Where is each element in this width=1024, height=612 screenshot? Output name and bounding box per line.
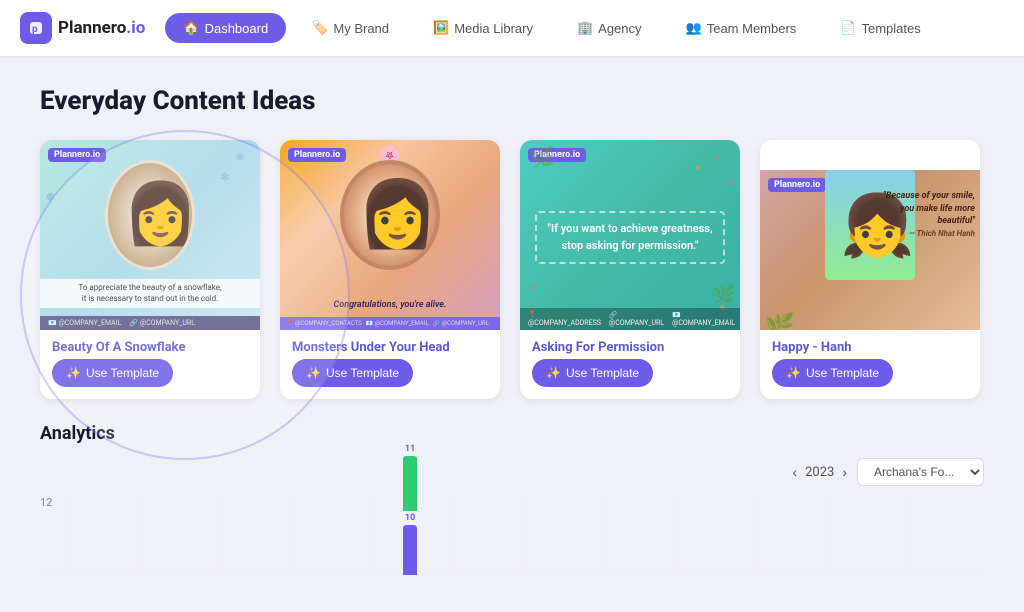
bar-blue xyxy=(403,525,417,575)
card-2-logo: Plannero.io xyxy=(288,148,346,162)
media-icon: 🖼️ xyxy=(433,20,449,36)
dashboard-icon: 🏠 xyxy=(183,20,199,36)
bar-green xyxy=(403,456,417,511)
chart-col-sep xyxy=(678,495,755,575)
use-template-btn-1[interactable]: ✨ Use Template xyxy=(52,359,173,387)
svg-text:p: p xyxy=(32,24,38,35)
chart-col-aug xyxy=(601,495,678,575)
use-template-btn-2[interactable]: ✨ Use Template xyxy=(292,359,413,387)
card-3-image: Plannero.io 🌿 🌿 "If you want to achieve … xyxy=(520,140,740,330)
logo-icon: p xyxy=(20,12,52,44)
snowflake-2: ❄ xyxy=(235,150,245,164)
card-1-image: ❄ ❄ ❄ ❅ Plannero.io To appreciate the be… xyxy=(40,140,260,330)
nav-dashboard[interactable]: 🏠 Dashboard xyxy=(165,13,286,43)
card-3-bg: Plannero.io 🌿 🌿 "If you want to achieve … xyxy=(520,140,740,330)
templates-icon: 📄 xyxy=(840,20,856,36)
card-1-url: 🔗 @COMPANY_URL xyxy=(129,319,195,327)
bar-value-blue: 10 xyxy=(405,513,415,523)
card-2-contacts: 📍 @COMPANY_CONTACTS xyxy=(286,320,362,327)
wand-icon-1: ✨ xyxy=(66,366,81,380)
card-2-email: 📧 @COMPANY_EMAIL xyxy=(366,320,429,327)
nav-templates[interactable]: 📄 Templates xyxy=(822,13,938,43)
leaf-left: 🌿 xyxy=(530,145,555,169)
card-1-person xyxy=(105,160,195,270)
card-3-quote: "If you want to achieve greatness, stop … xyxy=(535,211,725,264)
analytics-title: Analytics xyxy=(40,423,984,444)
card-1-bg: ❄ ❄ ❄ ❅ Plannero.io To appreciate the be… xyxy=(40,140,260,330)
card-2-bg: Plannero.io 🌸 Congratulations, you're al… xyxy=(280,140,500,330)
nav-agency[interactable]: 🏢 Agency xyxy=(559,13,660,43)
chart-col-may: 1110 xyxy=(371,495,448,575)
section-title: Everyday Content Ideas xyxy=(40,86,984,116)
chart-col-apr xyxy=(295,495,372,575)
team-icon: 👥 xyxy=(686,20,702,36)
card-monsters: Plannero.io 🌸 Congratulations, you're al… xyxy=(280,140,500,399)
card-happy: Plannero.io 🌿 "Because of your smile, yo… xyxy=(760,140,980,399)
card-permission: Plannero.io 🌿 🌿 "If you want to achieve … xyxy=(520,140,740,399)
nav-team-members[interactable]: 👥 Team Members xyxy=(668,13,815,43)
wand-icon-2: ✨ xyxy=(306,366,321,380)
card-3-email: 📧 @COMPANY_EMAIL xyxy=(672,311,735,327)
card-3-title: Asking For Permission xyxy=(520,330,740,359)
header: p Plannero.io 🏠 Dashboard 🏷️ My Brand 🖼️… xyxy=(0,0,1024,56)
card-3-address: 📍 @COMPANY_ADDRESS xyxy=(528,311,601,327)
wand-icon-4: ✨ xyxy=(786,366,801,380)
leaf-right: 🌿 xyxy=(713,284,735,305)
snowflake-4: ❅ xyxy=(45,190,55,204)
card-4-logo: Plannero.io xyxy=(768,178,826,192)
next-year-button[interactable]: › xyxy=(842,464,847,480)
main-content: Everyday Content Ideas ❄ ❄ ❄ ❅ Plannero.… xyxy=(0,56,1024,596)
logo-text: Plannero.io xyxy=(58,18,145,38)
card-2-person xyxy=(340,160,440,270)
wand-icon-3: ✨ xyxy=(546,366,561,380)
card-4-leaf: 🌿 xyxy=(765,312,795,330)
analytics-header: ‹ 2023 › Archana's Fo... xyxy=(40,458,984,486)
snowflake-3: ❄ xyxy=(220,170,230,184)
year-nav: ‹ 2023 › xyxy=(792,464,847,480)
card-4-quote: "Because of your smile, you make life mo… xyxy=(880,190,975,240)
chart-col-jul xyxy=(524,495,601,575)
cards-row: ❄ ❄ ❄ ❅ Plannero.io To appreciate the be… xyxy=(40,140,984,399)
year-label: 2023 xyxy=(805,465,834,480)
nav-my-brand[interactable]: 🏷️ My Brand xyxy=(294,13,407,43)
brand-icon: 🏷️ xyxy=(312,20,328,36)
card-2-title: Monsters Under Your Head xyxy=(280,330,500,359)
bar-value-green: 11 xyxy=(405,444,415,454)
bar-container-may: 11 10 xyxy=(403,444,417,575)
card-1-quote: To appreciate the beauty of a snowflake,… xyxy=(40,279,260,308)
chart-col-jun xyxy=(448,495,525,575)
chart-col-nov xyxy=(831,495,908,575)
chart-y-max: 12 xyxy=(40,496,52,509)
nav-media-library[interactable]: 🖼️ Media Library xyxy=(415,13,551,43)
card-1-logo: Plannero.io xyxy=(48,148,106,162)
chart-col-dec xyxy=(907,495,984,575)
use-template-btn-4[interactable]: ✨ Use Template xyxy=(772,359,893,387)
chart-columns: 1110 xyxy=(65,495,984,575)
card-2-url: 🔗 @COMPANY_URL xyxy=(433,320,489,327)
card-3-url: 🔗 @COMPANY_URL xyxy=(609,311,664,327)
chart-col-jan xyxy=(65,495,142,575)
card-4-bg: Plannero.io 🌿 "Because of your smile, yo… xyxy=(760,170,980,330)
card-2-image: Plannero.io 🌸 Congratulations, you're al… xyxy=(280,140,500,330)
use-template-btn-3[interactable]: ✨ Use Template xyxy=(532,359,653,387)
card-2-quote: Congratulations, you're alive. xyxy=(280,300,500,310)
card-4-title: Happy - Hanh xyxy=(760,330,980,359)
card-1-title: Beauty Of A Snowflake xyxy=(40,330,260,359)
chart-col-oct xyxy=(754,495,831,575)
card-3-footer: 📍 @COMPANY_ADDRESS 🔗 @COMPANY_URL 📧 @COM… xyxy=(520,308,740,330)
card-2-footer: 📍 @COMPANY_CONTACTS 📧 @COMPANY_EMAIL 🔗 @… xyxy=(280,317,500,330)
card-1-email: 📧 @COMPANY_EMAIL xyxy=(48,319,121,327)
account-selector[interactable]: Archana's Fo... xyxy=(857,458,984,486)
analytics-section: Analytics ‹ 2023 › Archana's Fo... 12 11… xyxy=(40,423,984,576)
chart-col-feb xyxy=(142,495,219,575)
prev-year-button[interactable]: ‹ xyxy=(792,464,797,480)
logo[interactable]: p Plannero.io xyxy=(20,12,145,44)
chart-col-mar xyxy=(218,495,295,575)
agency-icon: 🏢 xyxy=(577,20,593,36)
chart-area: 12 1110 xyxy=(40,496,984,576)
card-4-image: Plannero.io 🌿 "Because of your smile, yo… xyxy=(760,140,980,330)
card-snowflake: ❄ ❄ ❄ ❅ Plannero.io To appreciate the be… xyxy=(40,140,260,399)
card-1-footer: 📧 @COMPANY_EMAIL 🔗 @COMPANY_URL xyxy=(40,316,260,330)
